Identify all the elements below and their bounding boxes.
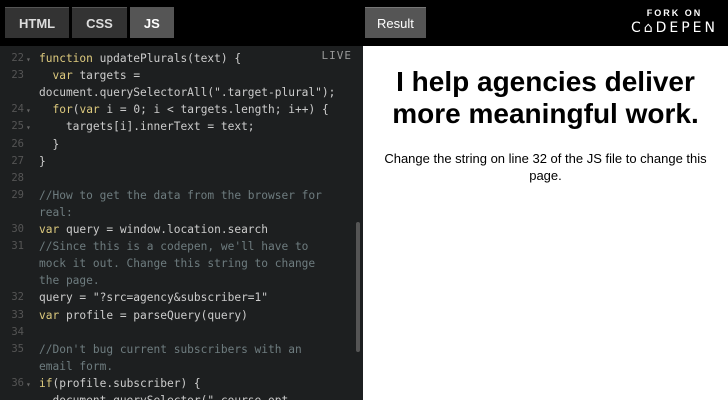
line-number: 24 bbox=[11, 103, 24, 116]
fold-arrow-icon[interactable]: ▾ bbox=[26, 51, 31, 68]
line-number: 26 bbox=[11, 137, 24, 150]
line-number: 36 bbox=[11, 376, 24, 389]
code-line[interactable]: 34 bbox=[0, 324, 360, 341]
code-line[interactable]: 27} bbox=[0, 153, 360, 170]
result-instructions: Change the string on line 32 of the JS f… bbox=[384, 151, 707, 183]
code-text: if(profile.subscriber) { bbox=[39, 376, 201, 390]
result-heading: I help agencies deliver more meaningful … bbox=[392, 66, 699, 129]
code-text: } bbox=[39, 154, 46, 168]
fold-arrow-icon[interactable]: ▾ bbox=[26, 119, 31, 136]
js-editor[interactable]: LIVE 22 ▾ function updatePlurals(text) {23… bbox=[0, 46, 363, 400]
code-line[interactable]: 31 //Since this is a codepen, we'll have … bbox=[0, 238, 360, 255]
code-text: real: bbox=[39, 205, 73, 219]
line-number: 22 bbox=[11, 52, 24, 64]
code-line[interactable]: 24 ▾ for(var i = 0; i < targets.length; i… bbox=[0, 101, 360, 118]
code-line[interactable]: 32 query = "?src=agency&subscriber=1" bbox=[0, 289, 360, 306]
code-text: var targets = bbox=[52, 69, 141, 83]
code-line[interactable]: mock it out. Change this string to chang… bbox=[0, 255, 360, 272]
line-number: 34 bbox=[11, 325, 24, 338]
code-line[interactable]: 23 var targets = bbox=[0, 67, 360, 84]
code-line[interactable]: email form. bbox=[0, 358, 360, 375]
code-text: targets[i].innerText = text; bbox=[39, 120, 255, 134]
code-text: for(var i = 0; i < targets.length; i++) … bbox=[52, 103, 329, 117]
fold-arrow-icon[interactable]: ▾ bbox=[26, 102, 31, 119]
code-line[interactable]: document.querySelector(".course-opt- bbox=[0, 392, 360, 400]
code-text: document.querySelector(".course-opt- bbox=[39, 392, 294, 400]
editor-tabs: HTML CSS JS bbox=[5, 7, 174, 38]
fork-label: FORK ON bbox=[646, 8, 703, 18]
code-line[interactable]: 22 ▾ function updatePlurals(text) { bbox=[0, 50, 360, 67]
code-line[interactable]: the page. bbox=[0, 272, 360, 289]
code-line[interactable]: 30 var query = window.location.search bbox=[0, 221, 360, 238]
code-text: //Since this is a codepen, we'll have to bbox=[39, 240, 309, 254]
code-text: var query = window.location.search bbox=[39, 223, 269, 236]
editor-scrollbar[interactable] bbox=[356, 222, 360, 352]
code-line[interactable]: real: bbox=[0, 204, 360, 221]
line-number: 31 bbox=[11, 240, 24, 253]
tab-css[interactable]: CSS bbox=[72, 7, 127, 38]
code-text: } bbox=[39, 137, 60, 151]
code-text: //How to get the data from the browser f… bbox=[39, 188, 322, 202]
code-text: var profile = parseQuery(query) bbox=[39, 308, 248, 322]
code-text: mock it out. Change this string to chang… bbox=[39, 257, 316, 271]
result-pane: I help agencies deliver more meaningful … bbox=[363, 46, 728, 400]
code-line[interactable]: 25 ▾ targets[i].innerText = text; bbox=[0, 118, 360, 135]
code-text: email form. bbox=[39, 359, 114, 373]
line-number: 27 bbox=[11, 154, 24, 167]
code-line[interactable]: 29 //How to get the data from the browser… bbox=[0, 187, 360, 204]
line-number: 35 bbox=[11, 342, 24, 355]
code-text: document.querySelectorAll(".target-plura… bbox=[39, 86, 336, 100]
line-number: 23 bbox=[11, 69, 24, 82]
code-text: function updatePlurals(text) { bbox=[39, 52, 242, 65]
code-line[interactable]: 36 ▾ if(profile.subscriber) { bbox=[0, 375, 360, 392]
line-number: 29 bbox=[11, 188, 24, 201]
tab-js[interactable]: JS bbox=[129, 7, 174, 38]
tab-html[interactable]: HTML bbox=[5, 7, 70, 38]
line-number: 30 bbox=[11, 223, 24, 235]
line-number: 33 bbox=[11, 308, 24, 321]
tab-result[interactable]: Result bbox=[365, 7, 426, 38]
code-text: //Don't bug current subscribers with an bbox=[39, 342, 302, 356]
code-line[interactable]: 26 } bbox=[0, 136, 360, 153]
line-number: 25 bbox=[11, 120, 24, 133]
code-text: query = "?src=agency&subscriber=1" bbox=[39, 291, 269, 305]
top-bar: HTML CSS JS Result FORK ON C⌂DEPEN bbox=[0, 0, 728, 46]
fold-arrow-icon[interactable]: ▾ bbox=[26, 376, 31, 393]
code-text: the page. bbox=[39, 274, 100, 288]
code-line[interactable]: 35 //Don't bug current subscribers with a… bbox=[0, 341, 360, 358]
code-line[interactable]: 33 var profile = parseQuery(query) bbox=[0, 307, 360, 324]
line-number: 32 bbox=[11, 291, 24, 304]
code-line[interactable]: document.querySelectorAll(".target-plura… bbox=[0, 84, 360, 101]
codepen-logo: C⌂DEPEN bbox=[630, 20, 718, 36]
code-line[interactable]: 28 bbox=[0, 170, 360, 187]
fork-on-codepen-button[interactable]: FORK ON C⌂DEPEN bbox=[631, 8, 718, 36]
line-number: 28 bbox=[11, 171, 24, 184]
